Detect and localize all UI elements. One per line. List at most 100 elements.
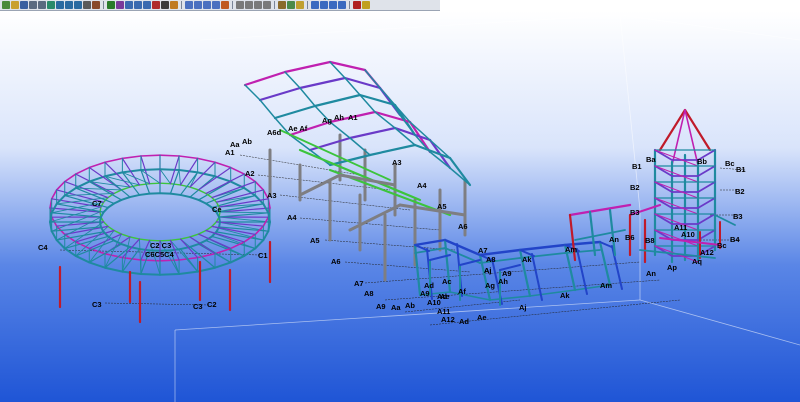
grid-label: A6 [331,257,341,266]
grid-label: B3 [630,208,640,217]
ring-outer-chord [159,168,181,172]
grid-label: Ab [242,137,252,146]
grid-label: A6d [267,128,282,137]
fit-icon[interactable] [212,1,220,9]
link-icon[interactable] [278,1,286,9]
delete-icon[interactable] [152,1,160,9]
grid-label: A8 [364,289,374,298]
line-icon[interactable] [254,1,262,9]
beam-icon[interactable] [56,1,64,9]
grid-label: C7 [92,199,102,208]
grid-label: Ak [522,255,532,264]
grid-label: Ae Af [288,124,308,133]
grid-label: Am [600,281,612,290]
grid-label: A5 [437,202,447,211]
flag-icon[interactable] [362,1,370,9]
ring-top-chord [159,259,180,262]
move-icon[interactable] [116,1,124,9]
grid-label: A5 [310,236,320,245]
grid-label: Aq [692,257,702,266]
grid-label: A10 [427,298,441,307]
grid-label: Ad [459,317,469,326]
grid-label: A11 [674,223,687,232]
toolbar [0,0,440,11]
ring-inner-chord [218,215,221,223]
model-viewport[interactable]: C1C2C3C3C4C7CeC2 C3C6C5C4A1A2A3A4A5A6A7A… [0,11,800,402]
polyline-icon[interactable] [320,1,328,9]
layers-icon[interactable] [287,1,295,9]
grid-label: A7 [478,246,488,255]
ring-top-chord [140,154,161,157]
redo-icon[interactable] [38,1,46,9]
column-icon[interactable] [65,1,73,9]
filter-icon[interactable] [296,1,304,9]
grid-label: A8 [486,255,496,264]
grid-label: Aj [484,266,492,275]
arrow-icon[interactable] [353,1,361,9]
grid-label: Bb [697,157,707,166]
ring-top-chord [159,154,180,157]
pan-icon[interactable] [203,1,211,9]
mirror-icon[interactable] [143,1,151,9]
grid-label: Ak [560,291,570,300]
bolt-icon[interactable] [83,1,91,9]
open-icon[interactable] [11,1,19,9]
line-tool-icon[interactable] [311,1,319,9]
grid-label: Ah [498,277,508,286]
grid-label: Bc [725,159,735,168]
pencil-icon[interactable] [329,1,337,9]
render-icon[interactable] [221,1,229,9]
grid-label: A4 [417,181,427,190]
copy-icon[interactable] [125,1,133,9]
new-icon[interactable] [2,1,10,9]
measure-icon[interactable] [170,1,178,9]
zoom-icon[interactable] [194,1,202,9]
grid-label: B1 [632,162,642,171]
view-icon[interactable] [185,1,193,9]
grid-label: An [646,269,656,278]
grid-label: C4 [38,243,48,252]
grid-label: A1 [348,113,358,122]
grid-label: Bc [717,241,727,250]
grid-icon[interactable] [47,1,55,9]
grid-label: Ah [334,113,344,122]
grid-label: A12 [441,315,455,324]
grid-label: B1 [736,165,746,174]
grid-label: A1 [225,148,235,157]
grid-label: A9 [376,302,386,311]
grid-label: B6 [625,233,635,242]
grid-label: A2 [245,169,255,178]
grid-label: Ab [405,301,415,310]
save-icon[interactable] [20,1,28,9]
undo-icon[interactable] [29,1,37,9]
ring-outer-chord [139,272,161,276]
plate-icon[interactable] [74,1,82,9]
grid-label: B2 [735,187,745,196]
point-icon[interactable] [245,1,253,9]
weld-icon[interactable] [92,1,100,9]
grid-label: A4 [287,213,297,222]
grid-label: Aa [230,140,240,149]
ring-inner-chord [138,192,151,196]
grid-label: An [609,235,619,244]
home-icon[interactable] [107,1,115,9]
ring-outer-chord [139,168,161,172]
snap-icon[interactable] [236,1,244,9]
select-icon[interactable] [161,1,169,9]
ring-inner-chord [169,192,182,196]
toolbar-separator [307,1,308,9]
grid-label: Aa [391,303,401,312]
grid-label: B4 [730,235,740,244]
grid-label: Ap [667,263,677,272]
arc-icon[interactable] [263,1,271,9]
ring-outer-chord [159,272,181,276]
grid-label: B8 [645,236,655,245]
toolbar-separator [181,1,182,9]
grid-label: C3 [193,302,203,311]
ring-top-chord [140,259,161,262]
grid-label: Ag [322,116,332,125]
rotate-icon[interactable] [134,1,142,9]
grid-label: C1 [258,251,268,260]
erase-icon[interactable] [338,1,346,9]
grid-label: Af [458,287,466,296]
